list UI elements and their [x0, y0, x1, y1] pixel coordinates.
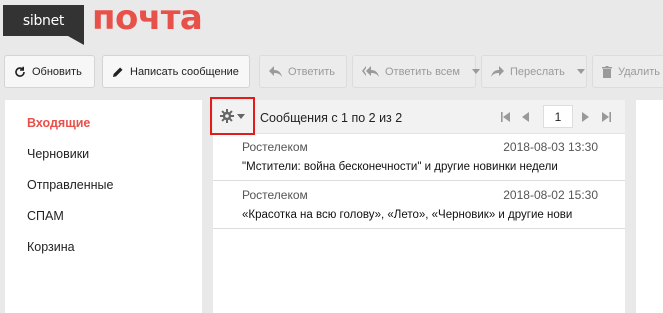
folder-spam[interactable]: СПАМ	[27, 209, 64, 223]
settings-menu-button[interactable]	[210, 97, 255, 135]
mail-list-panel: Сообщения с 1 по 2 из 2 1 Ростелеком 201…	[210, 97, 625, 313]
reply-all-button[interactable]: Ответить всем	[352, 55, 480, 88]
mail-sender: Ростелеком	[242, 188, 308, 202]
reply-all-label: Ответить всем	[385, 65, 460, 78]
folder-inbox[interactable]: Входящие	[27, 116, 90, 130]
mail-date: 2018-08-03 13:30	[503, 140, 598, 154]
chevron-down-icon	[237, 113, 245, 119]
trash-icon	[602, 65, 612, 78]
logo-brand-text: sibnet	[22, 12, 65, 29]
forward-label: Переслать	[510, 65, 565, 78]
forward-icon	[491, 66, 504, 77]
folder-sent[interactable]: Отправленные	[27, 178, 113, 192]
mail-date: 2018-08-02 15:30	[503, 188, 598, 202]
refresh-button[interactable]: Обновить	[4, 55, 95, 88]
page-number-input[interactable]: 1	[543, 105, 573, 128]
delete-button[interactable]: Удалить	[592, 55, 663, 88]
mail-subject: «Красотка на всю голову», «Лето», «Черно…	[242, 209, 573, 221]
reply-label: Ответить	[288, 65, 336, 78]
folder-sidebar: Входящие Черновики Отправленные СПАМ Кор…	[5, 100, 202, 313]
gear-icon	[220, 109, 234, 123]
refresh-icon	[15, 66, 25, 77]
folder-trash[interactable]: Корзина	[27, 240, 75, 254]
reply-all-caret-icon[interactable]	[471, 69, 480, 74]
message-count: Сообщения с 1 по 2 из 2	[260, 111, 403, 125]
prev-page-icon[interactable]	[522, 112, 529, 122]
reply-icon	[269, 66, 282, 77]
delete-label: Удалить	[618, 65, 660, 78]
forward-button[interactable]: Переслать	[481, 55, 587, 88]
mail-row[interactable]: Ростелеком 2018-08-02 15:30 «Красотка на…	[213, 182, 625, 229]
mail-sender: Ростелеком	[242, 140, 308, 154]
reply-all-icon	[362, 66, 379, 77]
mail-list-toolbar: Сообщения с 1 по 2 из 2 1	[210, 97, 625, 135]
last-page-icon[interactable]	[602, 112, 611, 122]
logo-sibnet[interactable]: sibnet	[3, 5, 84, 45]
page-number-value: 1	[554, 109, 562, 124]
forward-caret-icon[interactable]	[576, 69, 585, 74]
pencil-icon	[113, 67, 123, 77]
mail-row[interactable]: Ростелеком 2018-08-03 13:30 "Мстители: в…	[213, 134, 625, 181]
compose-button[interactable]: Написать сообщение	[102, 55, 250, 88]
next-page-icon[interactable]	[582, 112, 589, 122]
refresh-label: Обновить	[32, 65, 82, 78]
folder-drafts[interactable]: Черновики	[27, 147, 89, 161]
mail-subject: "Мстители: война бесконечности" и другие…	[242, 161, 558, 173]
message-preview-panel	[636, 100, 663, 313]
reply-button[interactable]: Ответить	[259, 55, 347, 88]
first-page-icon[interactable]	[501, 112, 510, 122]
compose-label: Написать сообщение	[130, 65, 239, 78]
logo-title[interactable]: почта	[92, 0, 203, 38]
